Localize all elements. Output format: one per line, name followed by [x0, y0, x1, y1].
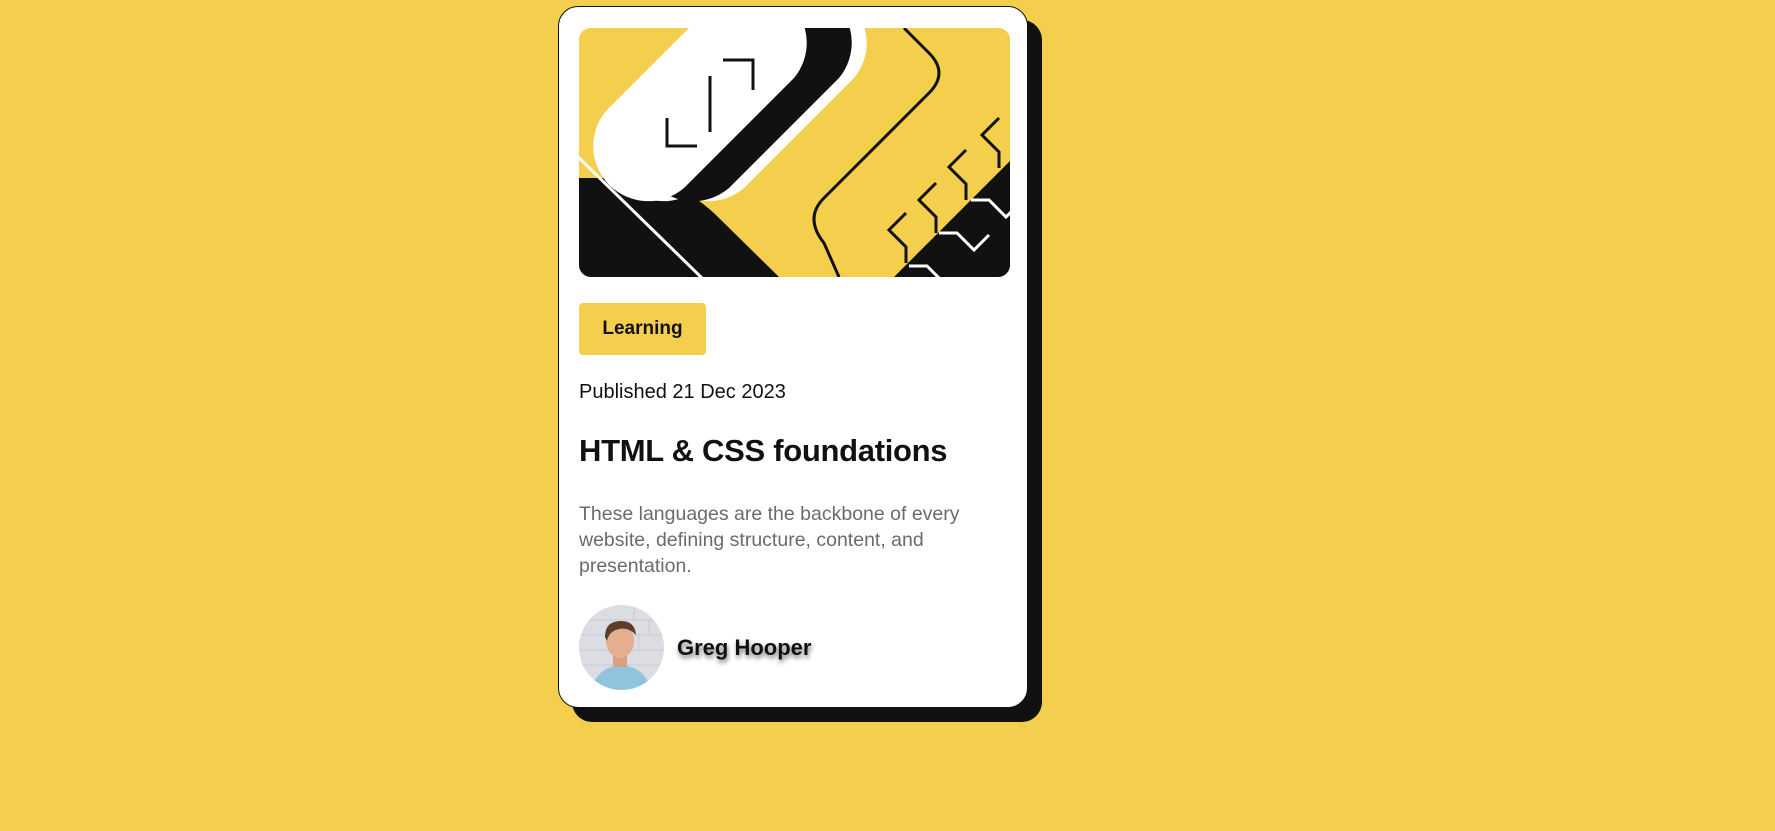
category-tag: Learning	[579, 303, 706, 355]
published-date: Published 21 Dec 2023	[579, 381, 786, 403]
blog-preview-card: Learning Published 21 Dec 2023 HTML & CS…	[558, 6, 1028, 708]
abstract-illustration-icon	[579, 28, 1010, 277]
person-avatar-icon	[579, 605, 664, 690]
author: Greg Hooper	[579, 605, 811, 690]
hero-illustration	[579, 28, 1010, 277]
card-title[interactable]: HTML & CSS foundations	[579, 433, 948, 469]
card-description: These languages are the backbone of ever…	[579, 503, 960, 577]
avatar	[579, 605, 664, 690]
author-name[interactable]: Greg Hooper	[677, 635, 811, 661]
